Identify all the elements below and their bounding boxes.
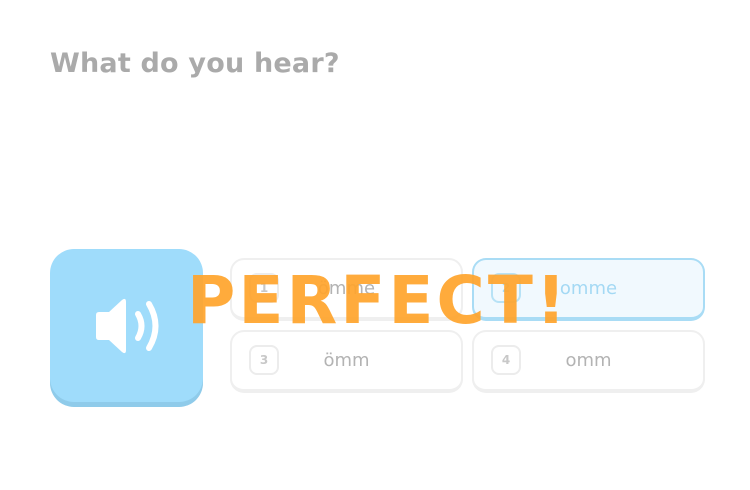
answer-option-2[interactable]: 2 omme — [472, 258, 705, 321]
speaker-icon — [95, 298, 158, 353]
prompt-title: What do you hear? — [50, 48, 340, 79]
option-text: omme — [559, 278, 618, 299]
answer-option-3[interactable]: 3 ömm — [230, 330, 463, 393]
option-text: ömm — [323, 350, 370, 371]
listening-exercise: What do you hear? 1 ömme 2 omme 3 ömm 4 … — [0, 0, 750, 490]
option-text: ömme — [317, 278, 376, 299]
option-text: omm — [565, 350, 612, 371]
answer-option-1[interactable]: 1 ömme — [230, 258, 463, 321]
play-audio-button[interactable] — [50, 249, 203, 402]
answer-option-4[interactable]: 4 omm — [472, 330, 705, 393]
